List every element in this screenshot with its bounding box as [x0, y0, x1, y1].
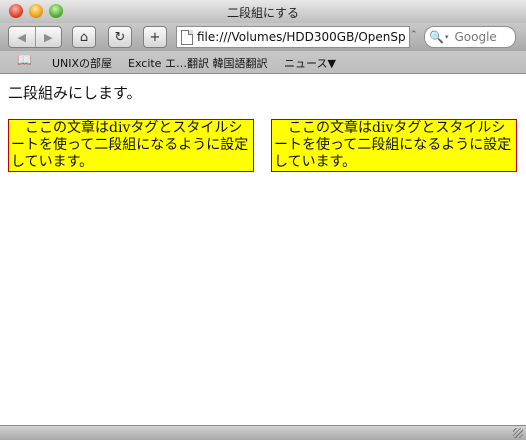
- forward-icon: ▶: [44, 30, 53, 44]
- window-title: 二段組にする: [226, 6, 300, 20]
- search-input[interactable]: [452, 29, 515, 45]
- back-icon: ◀: [17, 30, 26, 44]
- bookmark-item[interactable]: ニュース▼: [284, 55, 336, 71]
- bookmarks-book-icon[interactable]: 📖: [17, 53, 32, 67]
- nav-buttons: ◀ ▶: [8, 26, 62, 48]
- browser-window: 二段組にする ◀ ▶ ⌂ ↻ + file:///Volumes/HDD300G…: [0, 0, 526, 440]
- right-column: ここの文章はdivタグとスタイルシートを使って二段組になるように設定しています。: [271, 119, 517, 172]
- address-bar[interactable]: file:///Volumes/HDD300GB/OpenSp: [176, 26, 410, 48]
- page-content: 二段組みにします。 ここの文章はdivタグとスタイルシートを使って二段組になるよ…: [0, 74, 526, 425]
- reload-icon: ↻: [114, 29, 126, 45]
- search-dropdown-icon[interactable]: ▾: [445, 33, 449, 41]
- bookmark-item[interactable]: Excite エ…翻訳 韓国語翻訳: [128, 55, 267, 71]
- plus-icon: +: [149, 29, 161, 45]
- url-text: file:///Volumes/HDD300GB/OpenSp: [197, 30, 406, 44]
- url-chevron-icon: ⌃: [410, 30, 418, 40]
- left-column: ここの文章はdivタグとスタイルシートを使って二段組になるように設定しています。: [8, 119, 254, 172]
- search-icon: 🔍: [429, 30, 444, 44]
- bookmarks-bar: 📖 UNIXの部屋 Excite エ…翻訳 韓国語翻訳 ニュース▼: [0, 51, 526, 74]
- back-button[interactable]: ◀: [9, 27, 35, 47]
- forward-button[interactable]: ▶: [34, 27, 62, 47]
- page-heading: 二段組みにします。: [8, 84, 142, 102]
- page-icon: [181, 29, 193, 45]
- home-button[interactable]: ⌂: [72, 26, 96, 48]
- title-bar: 二段組にする: [0, 0, 526, 24]
- search-field[interactable]: 🔍 ▾: [424, 26, 516, 48]
- bookmark-item[interactable]: UNIXの部屋: [52, 55, 112, 71]
- reload-button[interactable]: ↻: [108, 26, 132, 48]
- home-icon: ⌂: [79, 29, 89, 45]
- toolbar: ◀ ▶ ⌂ ↻ + file:///Volumes/HDD300GB/OpenS…: [0, 23, 526, 51]
- status-bar: [0, 425, 526, 440]
- resize-grip-icon[interactable]: [513, 428, 523, 438]
- add-bookmark-button[interactable]: +: [143, 26, 167, 48]
